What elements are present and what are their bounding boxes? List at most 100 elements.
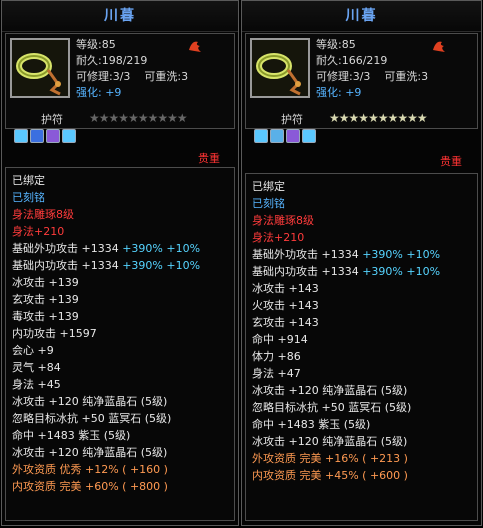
- attribute-bonus: +390% +10%: [362, 248, 441, 261]
- gem-socket-icon[interactable]: [46, 129, 60, 143]
- star-icon: ★: [377, 111, 389, 125]
- attribute-line: 内攻资质 完美 +60% ( +800 ): [12, 478, 228, 495]
- attribute-line: 身法+210: [12, 223, 228, 240]
- item-title: 川暮: [2, 1, 238, 32]
- gem-socket-icon[interactable]: [62, 129, 76, 143]
- repair-rewash-row: 可修理:3/3 可重洗:3: [316, 69, 428, 85]
- amulet-row: 护符 ★★★★★★★★★★: [5, 109, 235, 129]
- attribute-line: 冰攻击 +143: [252, 280, 471, 297]
- attribute-text: 冰攻击 +120 纯净蓝晶石 (5级): [12, 395, 168, 408]
- attribute-line: 会心 +9: [12, 342, 228, 359]
- star-icon: ★: [397, 111, 408, 125]
- attribute-text: 体力 +86: [252, 350, 301, 363]
- attribute-line: 冰攻击 +120 纯净蓝晶石 (5级): [12, 444, 228, 461]
- amulet-label: 护符: [281, 113, 303, 126]
- attribute-text: 已绑定: [252, 180, 285, 193]
- attribute-text: 火攻击 +143: [252, 299, 319, 312]
- attribute-line: 身法雕琢8级: [252, 212, 471, 229]
- star-icon: ★: [387, 111, 399, 125]
- star-icon: ★: [98, 111, 110, 125]
- attribute-text: 基础外功攻击 +1334: [252, 248, 363, 261]
- attribute-line: 内攻资质 完美 +45% ( +600 ): [252, 467, 471, 484]
- attribute-line: 已绑定: [12, 172, 228, 189]
- level-text: 等级:85: [76, 38, 116, 51]
- item-stats: 等级:85 耐久:166/219 可修理:3/3 可重洗:3 强化: +9: [316, 37, 428, 101]
- attribute-text: 命中 +1483 紫玉 (5级): [12, 429, 131, 442]
- attribute-text: 基础外功攻击 +1334: [12, 242, 123, 255]
- repair-rewash-row: 可修理:3/3 可重洗:3: [76, 69, 188, 85]
- star-icon: ★: [329, 111, 340, 125]
- strength-text: 强化: +9: [316, 86, 362, 99]
- item-tooltip-left: 川暮 等级:85 耐久:198/219 可修理:3/3 可重洗:3 强化: +9 …: [1, 0, 239, 526]
- valuable-label: 贵重: [198, 152, 220, 165]
- attribute-text: 内功攻击 +1597: [12, 327, 97, 340]
- level-text: 等级:85: [316, 38, 356, 51]
- attribute-line: 冰攻击 +120 纯净蓝晶石 (5级): [12, 393, 228, 410]
- attribute-line: 体力 +86: [252, 348, 471, 365]
- star-icon: ★: [416, 111, 428, 125]
- gem-socket-icon[interactable]: [14, 129, 28, 143]
- gem-socket-icon[interactable]: [302, 129, 316, 143]
- star-icon: ★: [147, 111, 159, 125]
- star-icon: ★: [118, 111, 129, 125]
- attribute-line: 基础外功攻击 +1334 +390% +10%: [12, 240, 228, 257]
- attribute-bonus: +390% +10%: [362, 265, 441, 278]
- attribute-text: 外攻资质 优秀 +12% ( +160 ): [12, 463, 168, 476]
- item-icon[interactable]: [250, 38, 310, 98]
- attribute-text: 会心 +9: [12, 344, 54, 357]
- attribute-line: 玄攻击 +139: [12, 291, 228, 308]
- amulet-stars: ★★★★★★★★★★: [89, 111, 188, 125]
- item-title: 川暮: [242, 1, 481, 32]
- rewash-text: 可重洗:3: [384, 70, 429, 83]
- attribute-text: 毒攻击 +139: [12, 310, 79, 323]
- gem-socket-icon[interactable]: [254, 129, 268, 143]
- attribute-line: 已刻铭: [12, 189, 228, 206]
- attribute-text: 身法雕琢8级: [252, 214, 314, 227]
- amulet-label: 护符: [41, 113, 63, 126]
- attribute-text: 命中 +1483 紫玉 (5级): [252, 418, 371, 431]
- attribute-line: 身法+210: [252, 229, 471, 246]
- attribute-line: 已刻铭: [252, 195, 471, 212]
- durability-text: 耐久:166/219: [316, 54, 388, 67]
- faction-crest-icon: [189, 41, 201, 52]
- attribute-text: 忽略目标冰抗 +50 蓝冥石 (5级): [12, 412, 172, 425]
- attribute-text: 身法+210: [252, 231, 305, 244]
- attribute-text: 已刻铭: [12, 191, 45, 204]
- star-icon: ★: [157, 111, 168, 125]
- attribute-text: 冰攻击 +120 纯净蓝晶石 (5级): [12, 446, 168, 459]
- attribute-text: 身法 +47: [252, 367, 301, 380]
- attribute-text: 已刻铭: [252, 197, 285, 210]
- attribute-text: 内攻资质 完美 +45% ( +600 ): [252, 469, 408, 482]
- gem-sockets: [14, 129, 78, 149]
- item-tooltip-right: 川暮 等级:85 耐久:166/219 可修理:3/3 可重洗:3 强化: +9 …: [241, 0, 482, 526]
- attribute-text: 忽略目标冰抗 +50 蓝冥石 (5级): [252, 401, 412, 414]
- attribute-line: 外攻资质 优秀 +12% ( +160 ): [12, 461, 228, 478]
- repair-text: 可修理:3/3: [316, 70, 371, 83]
- attribute-line: 火攻击 +143: [252, 297, 471, 314]
- attribute-line: 毒攻击 +139: [12, 308, 228, 325]
- star-icon: ★: [89, 111, 100, 125]
- star-icon: ★: [407, 111, 418, 125]
- attribute-text: 身法+210: [12, 225, 65, 238]
- attribute-line: 身法 +45: [12, 376, 228, 393]
- item-icon[interactable]: [10, 38, 70, 98]
- attribute-line: 冰攻击 +139: [12, 274, 228, 291]
- star-icon: ★: [176, 111, 188, 125]
- star-icon: ★: [108, 111, 120, 125]
- valuable-label: 贵重: [440, 155, 462, 168]
- star-icon: ★: [128, 111, 139, 125]
- attribute-line: 基础内功攻击 +1334 +390% +10%: [12, 257, 228, 274]
- gem-socket-icon[interactable]: [30, 129, 44, 143]
- gem-socket-icon[interactable]: [286, 129, 300, 143]
- jade-ring-icon: [12, 40, 68, 96]
- star-icon: ★: [348, 111, 360, 125]
- attribute-list: 已绑定已刻铭身法雕琢8级身法+210 基础外功攻击 +1334 +390% +10…: [5, 167, 235, 521]
- attribute-line: 玄攻击 +143: [252, 314, 471, 331]
- gem-socket-icon[interactable]: [270, 129, 284, 143]
- attribute-text: 玄攻击 +139: [12, 293, 79, 306]
- faction-crest-icon: [433, 41, 445, 52]
- attribute-line: 冰攻击 +120 纯净蓝晶石 (5级): [252, 382, 471, 399]
- attribute-line: 身法雕琢8级: [12, 206, 228, 223]
- attribute-text: 冰攻击 +139: [12, 276, 79, 289]
- attribute-line: 已绑定: [252, 178, 471, 195]
